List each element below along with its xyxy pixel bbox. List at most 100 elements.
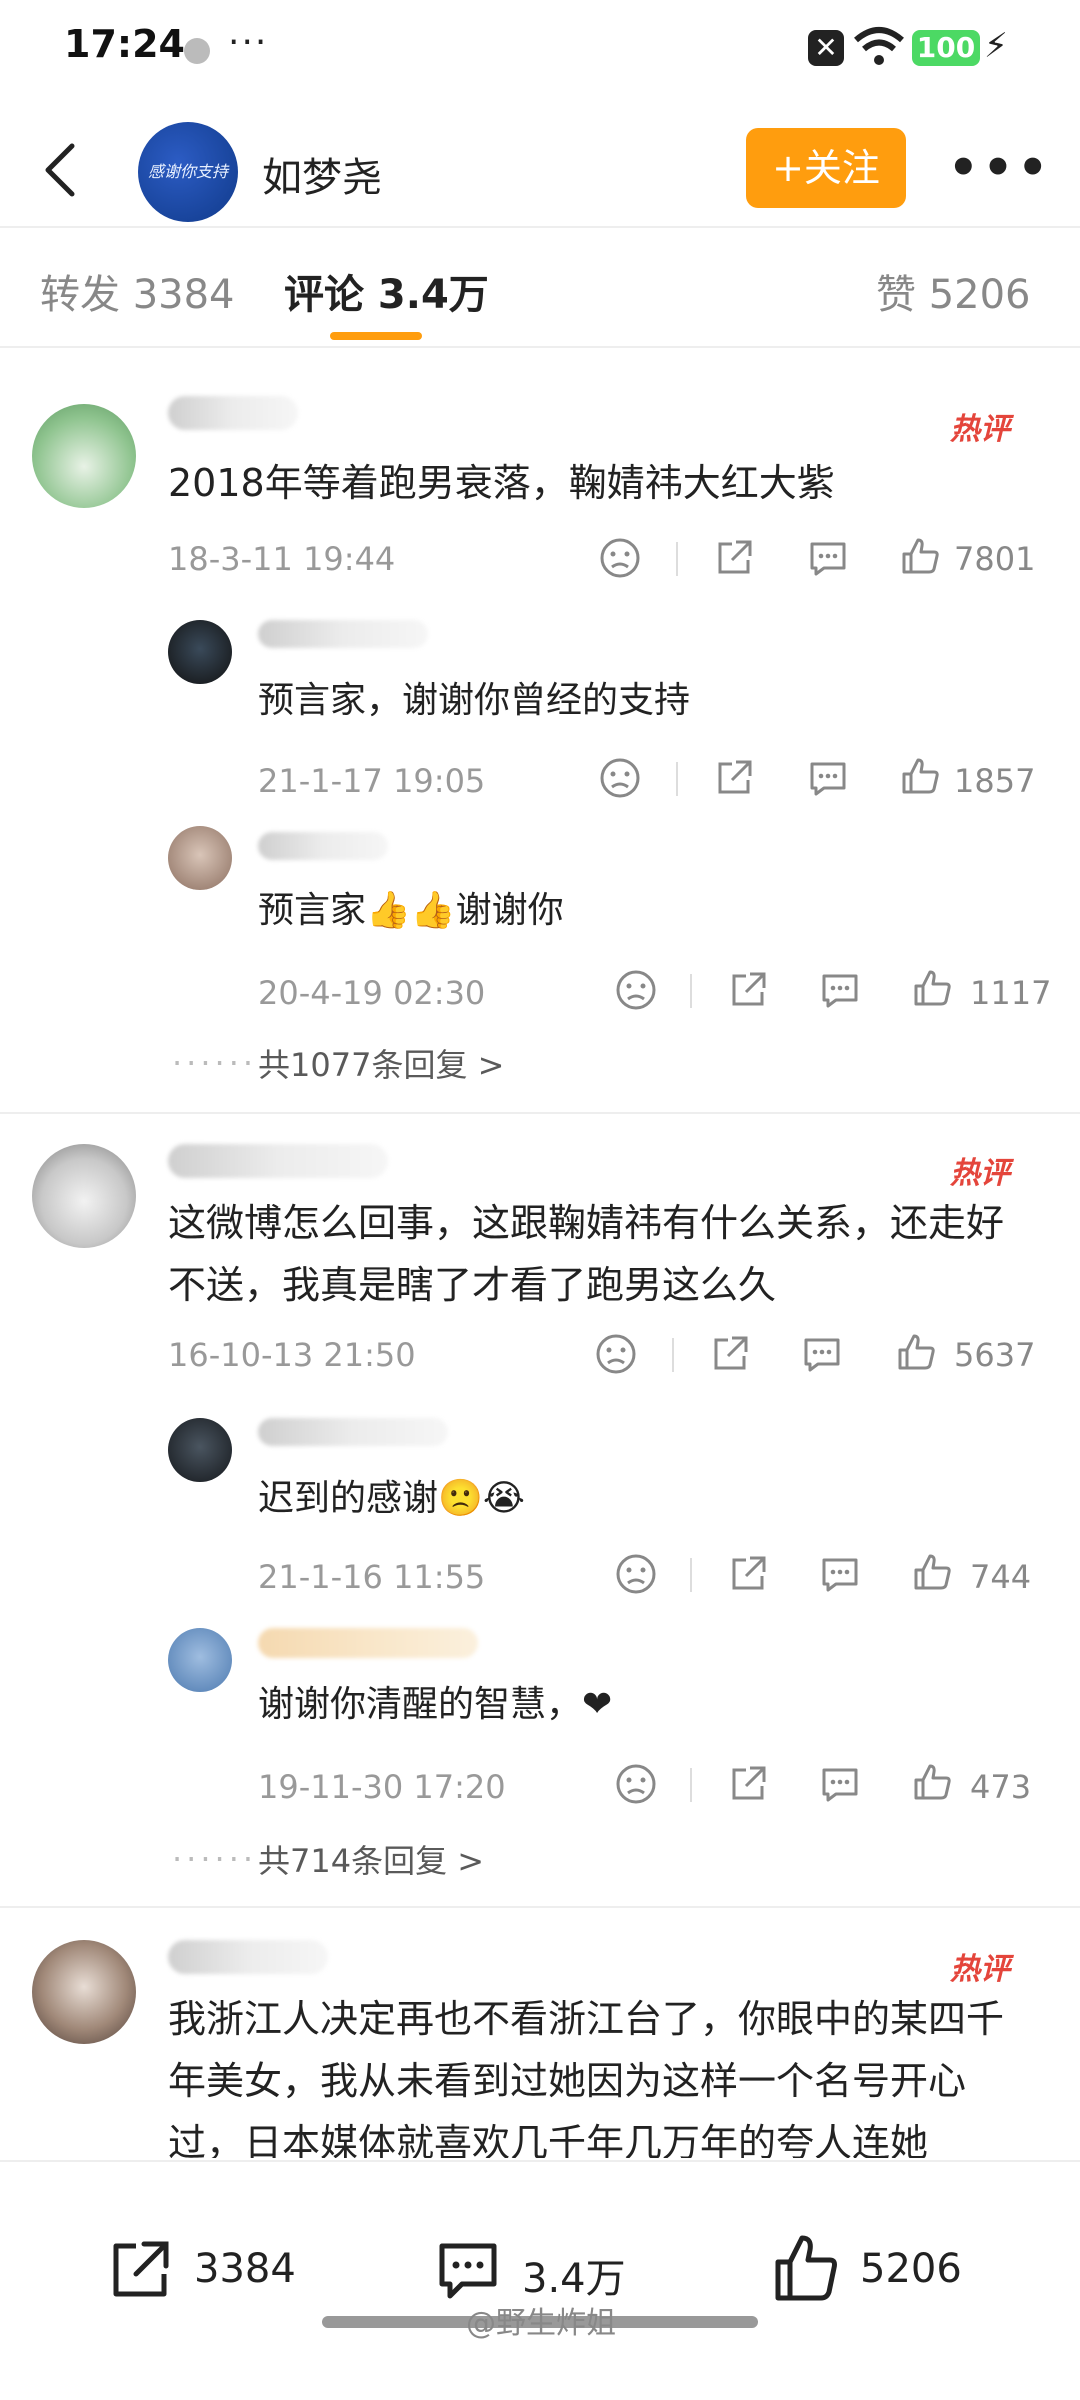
status-bar: 17:24 ··· ✕ 100 ⚡: [0, 0, 1080, 100]
repost-icon[interactable]: [104, 2234, 176, 2306]
hot-comment-badge: 热评: [950, 412, 1010, 447]
like-count: 5637: [954, 1336, 1036, 1374]
divider: [0, 2160, 1080, 2162]
reply-time: 21-1-17 19:05: [258, 762, 486, 800]
comment-icon[interactable]: [806, 756, 850, 800]
reply-time: 21-1-16 11:55: [258, 1558, 486, 1596]
more-replies-link[interactable]: 共1077条回复 >: [258, 1040, 504, 1086]
share-icon[interactable]: [726, 1552, 770, 1596]
more-replies-dots: ······: [172, 1840, 258, 1878]
reply-time: 20-4-19 02:30: [258, 974, 486, 1012]
tab-likes[interactable]: 赞 5206: [876, 262, 1031, 320]
like-icon[interactable]: [894, 1330, 938, 1374]
dislike-face-icon[interactable]: [614, 1552, 658, 1596]
dislike-face-icon[interactable]: [598, 536, 642, 580]
watermark: @野生炸姐: [466, 2306, 616, 2341]
comment-time: 16-10-13 21:50: [168, 1336, 416, 1374]
share-icon[interactable]: [708, 1332, 752, 1376]
like-icon[interactable]: [910, 1760, 954, 1804]
battery-icon: 100: [912, 30, 980, 66]
comment-icon[interactable]: [806, 536, 850, 580]
charging-icon: ⚡: [984, 26, 1008, 66]
separator: [690, 1558, 692, 1592]
author-name[interactable]: 如梦尧: [262, 145, 382, 203]
notification-icon: [184, 38, 210, 64]
divider: [0, 346, 1080, 348]
more-replies-link[interactable]: 共714条回复 >: [258, 1836, 484, 1882]
avatar[interactable]: [168, 1418, 232, 1482]
reply-text: 迟到的感谢🙁😭: [258, 1478, 525, 1519]
divider: [0, 226, 1080, 228]
username-blurred[interactable]: [168, 1144, 388, 1178]
back-icon[interactable]: [38, 140, 88, 200]
hot-comment-badge: 热评: [950, 1156, 1010, 1191]
username-blurred[interactable]: [258, 620, 428, 648]
username-blurred[interactable]: [258, 832, 388, 860]
dislike-face-icon[interactable]: [598, 756, 642, 800]
avatar[interactable]: [168, 1628, 232, 1692]
like-icon[interactable]: [910, 966, 954, 1010]
like-icon[interactable]: [910, 1550, 954, 1594]
avatar[interactable]: [32, 1940, 136, 2044]
comment-icon[interactable]: [800, 1332, 844, 1376]
hot-comment-badge: 热评: [950, 1952, 1010, 1987]
share-icon[interactable]: [712, 756, 756, 800]
avatar[interactable]: [168, 826, 232, 890]
author-avatar[interactable]: 感谢你支持: [138, 122, 238, 222]
divider: [0, 1906, 1080, 1908]
share-icon[interactable]: [726, 1762, 770, 1806]
like-icon[interactable]: [898, 754, 942, 798]
like-count[interactable]: 5206: [860, 2246, 962, 2292]
like-count: 1857: [954, 762, 1036, 800]
comment-text: 这微博怎么回事，这跟鞠婧祎有什么关系，还走好不送，我真是瞎了才看了跑男这么久: [168, 1201, 1005, 1307]
like-count: 744: [970, 1558, 1032, 1596]
tab-comments[interactable]: 评论 3.4万: [284, 262, 489, 320]
more-options-icon[interactable]: •••: [948, 140, 1052, 196]
close-box-icon: ✕: [808, 30, 844, 66]
dislike-face-icon[interactable]: [614, 968, 658, 1012]
comment-count[interactable]: 3.4万: [522, 2246, 626, 2304]
comment-text: 2018年等着跑男衰落，鞠婧祎大红大紫: [168, 461, 835, 505]
username-blurred[interactable]: [168, 1940, 328, 1974]
like-icon[interactable]: [898, 534, 942, 578]
avatar[interactable]: [32, 1144, 136, 1248]
tab-repost[interactable]: 转发 3384: [40, 262, 235, 320]
dislike-face-icon[interactable]: [594, 1332, 638, 1376]
like-count: 7801: [954, 540, 1036, 578]
comment-icon[interactable]: [818, 968, 862, 1012]
username-blurred[interactable]: [258, 1628, 478, 1658]
comment-icon[interactable]: [818, 1762, 862, 1806]
bottom-action-bar: 3384 3.4万 5206: [0, 2160, 1080, 2400]
like-count: 473: [970, 1768, 1032, 1806]
more-replies-dots: ······: [172, 1044, 258, 1082]
tab-indicator: [330, 332, 422, 340]
divider: [0, 1112, 1080, 1114]
avatar[interactable]: [32, 404, 136, 508]
wifi-icon: [854, 27, 904, 65]
separator: [676, 542, 678, 576]
share-icon[interactable]: [726, 968, 770, 1012]
status-more-icon: ···: [228, 22, 269, 63]
comment-time: 18-3-11 19:44: [168, 540, 396, 578]
reply-text: 预言家👍👍谢谢你: [258, 890, 564, 931]
comment-icon[interactable]: [818, 1552, 862, 1596]
like-icon[interactable]: [770, 2230, 842, 2306]
separator: [690, 1768, 692, 1802]
comment-icon[interactable]: [432, 2234, 504, 2306]
status-time: 17:24: [64, 22, 185, 66]
separator: [690, 974, 692, 1008]
avatar[interactable]: [168, 620, 232, 684]
follow-button[interactable]: +关注: [746, 128, 906, 208]
separator: [672, 1338, 674, 1372]
comment-text: 我浙江人决定再也不看浙江台了，你眼中的某四千年美女，我从未看到过她因为这样一个名…: [168, 1997, 1005, 2158]
like-count: 1117: [970, 974, 1052, 1012]
reply-text: 谢谢你清醒的智慧，❤: [258, 1684, 613, 1725]
reply-text: 预言家，谢谢你曾经的支持: [258, 680, 691, 721]
dislike-face-icon[interactable]: [614, 1762, 658, 1806]
username-blurred[interactable]: [258, 1418, 448, 1446]
repost-count[interactable]: 3384: [194, 2246, 296, 2292]
username-blurred[interactable]: [168, 396, 298, 430]
share-icon[interactable]: [712, 536, 756, 580]
reply-time: 19-11-30 17:20: [258, 1768, 506, 1806]
separator: [676, 762, 678, 796]
